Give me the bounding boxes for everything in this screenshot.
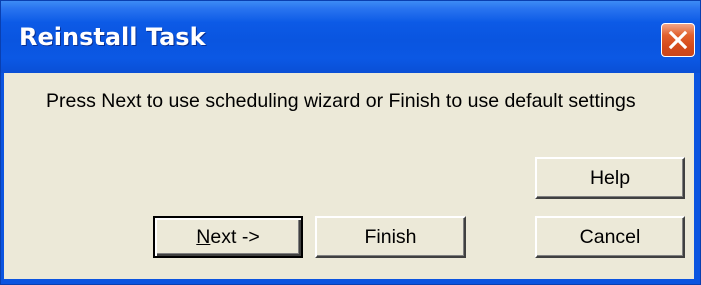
dialog-window: Reinstall Task Press Next to use schedul… bbox=[0, 0, 701, 285]
finish-button[interactable]: Finish bbox=[315, 216, 466, 258]
title-bar[interactable]: Reinstall Task bbox=[1, 1, 700, 73]
next-button-mnemonic: N bbox=[196, 226, 211, 248]
window-title: Reinstall Task bbox=[19, 23, 206, 51]
close-icon bbox=[668, 30, 688, 50]
help-button-label: Help bbox=[589, 167, 631, 189]
message-text: Press Next to use scheduling wizard or F… bbox=[46, 90, 636, 112]
dialog-body: Press Next to use scheduling wizard or F… bbox=[4, 73, 694, 279]
finish-button-label: Finish bbox=[364, 226, 417, 248]
help-button[interactable]: Help bbox=[535, 157, 685, 199]
close-button[interactable] bbox=[661, 23, 695, 57]
cancel-button-label: Cancel bbox=[579, 226, 641, 248]
cancel-button[interactable]: Cancel bbox=[535, 216, 685, 258]
next-button[interactable]: Next -> bbox=[153, 216, 303, 258]
next-button-label: ext -> bbox=[210, 226, 260, 248]
